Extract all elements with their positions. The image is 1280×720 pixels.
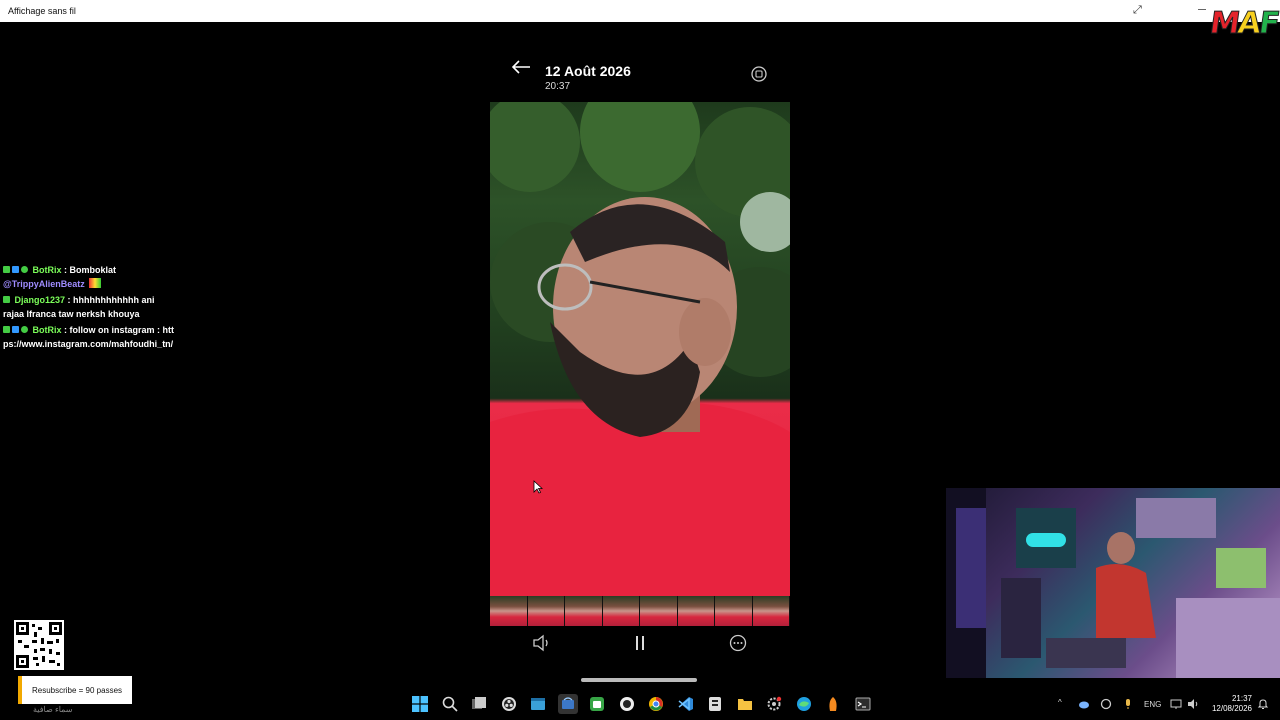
window-titlebar: Affichage sans fil ⤢ <box>0 0 1280 22</box>
filmstrip-thumbnail[interactable] <box>565 596 603 626</box>
mouse-cursor-icon <box>533 480 543 494</box>
chat-username: BotRix <box>32 325 62 335</box>
resubscribe-notification: Resubscribe = 90 passes <box>18 676 132 704</box>
sync-icon[interactable] <box>1100 698 1112 710</box>
terminal-icon[interactable] <box>853 694 873 714</box>
microphone-icon[interactable] <box>1122 698 1134 710</box>
fl-studio-icon[interactable] <box>823 694 843 714</box>
vscode-icon[interactable] <box>676 694 696 714</box>
clock-time: 21:37 <box>1231 694 1252 703</box>
person-photo-illustration <box>490 102 790 596</box>
chat-message: Django1237 : hhhhhhhhhhhh ani rajaa lfra… <box>3 295 155 319</box>
chat-badges-icon <box>3 325 30 334</box>
minimize-button[interactable] <box>1198 9 1206 10</box>
fullscreen-icon[interactable]: ⤢ <box>1133 4 1145 16</box>
epic-games-icon[interactable] <box>705 694 725 714</box>
file-explorer-icon[interactable] <box>735 694 755 714</box>
chat-username: Django1237 <box>14 295 66 305</box>
back-arrow-icon[interactable] <box>510 59 532 75</box>
taskbar-clock[interactable]: 21:37 12/08/2026 <box>1206 694 1252 714</box>
photo-time: 20:37 <box>545 81 571 92</box>
camera-app-icon[interactable] <box>617 694 637 714</box>
notification-bell-icon[interactable] <box>1257 698 1269 710</box>
photo-filmstrip[interactable] <box>490 596 790 626</box>
obs-icon[interactable] <box>499 694 519 714</box>
filmstrip-thumbnail[interactable] <box>715 596 753 626</box>
stream-logo: MAF <box>1207 6 1280 42</box>
playback-controls <box>490 632 790 654</box>
more-options-icon[interactable] <box>727 632 749 654</box>
chrome-browser-icon[interactable] <box>646 694 666 714</box>
chat-message: BotRix : Bomboklat @TrippyAlienBeatz <box>3 265 117 289</box>
input-language[interactable]: ENG <box>1144 700 1161 709</box>
task-view-icon[interactable] <box>469 694 489 714</box>
window-title: Affichage sans fil <box>8 6 76 16</box>
chat-overlay: BotRix : Bomboklat @TrippyAlienBeatz Dja… <box>3 264 178 351</box>
chat-text: Bomboklat <box>69 265 117 275</box>
search-icon[interactable] <box>440 694 460 714</box>
photo-date: 12 Août 2026 <box>545 63 631 79</box>
chevron-up-icon[interactable]: ^ <box>1058 698 1062 707</box>
onedrive-icon[interactable] <box>1078 698 1090 710</box>
taskbar <box>410 694 873 714</box>
wireless-display-app-icon[interactable] <box>557 694 578 714</box>
chat-username: BotRix <box>32 265 62 275</box>
chat-mention: @TrippyAlienBeatz <box>3 278 85 289</box>
gesture-home-bar[interactable] <box>581 678 697 682</box>
filmstrip-thumbnail[interactable] <box>602 596 640 626</box>
network-icon[interactable] <box>1170 698 1182 710</box>
settings-gear-icon[interactable] <box>764 694 784 714</box>
filmstrip-thumbnail[interactable] <box>527 596 565 626</box>
pause-icon[interactable] <box>629 632 651 654</box>
edge-browser-icon[interactable] <box>794 694 814 714</box>
chat-message: BotRix : follow on instagram : https://w… <box>3 325 175 349</box>
filmstrip-thumbnail[interactable] <box>490 596 528 626</box>
rotate-screen-icon[interactable] <box>750 65 768 83</box>
filmstrip-thumbnail[interactable] <box>640 596 678 626</box>
speaker-icon[interactable] <box>1187 698 1199 710</box>
photo-display[interactable] <box>490 102 790 596</box>
webcam-overlay <box>946 488 1280 678</box>
rasta-emote-icon <box>89 277 102 288</box>
volume-icon[interactable] <box>530 632 552 654</box>
app-window-icon[interactable] <box>528 694 548 714</box>
filmstrip-thumbnail[interactable] <box>677 596 715 626</box>
chat-badges-icon <box>3 265 30 274</box>
photo-viewer-header: 12 Août 2026 20:37 <box>490 55 790 101</box>
clock-date: 12/08/2026 <box>1211 704 1252 713</box>
qr-code <box>14 620 64 670</box>
overlay-caption: سماء صافية <box>33 705 73 714</box>
start-menu-icon[interactable] <box>410 694 430 714</box>
filmstrip-thumbnail[interactable] <box>752 596 790 626</box>
studio-webcam-illustration <box>946 488 1280 678</box>
android-emulator-icon[interactable] <box>587 694 607 714</box>
chat-badge-icon <box>3 295 12 304</box>
